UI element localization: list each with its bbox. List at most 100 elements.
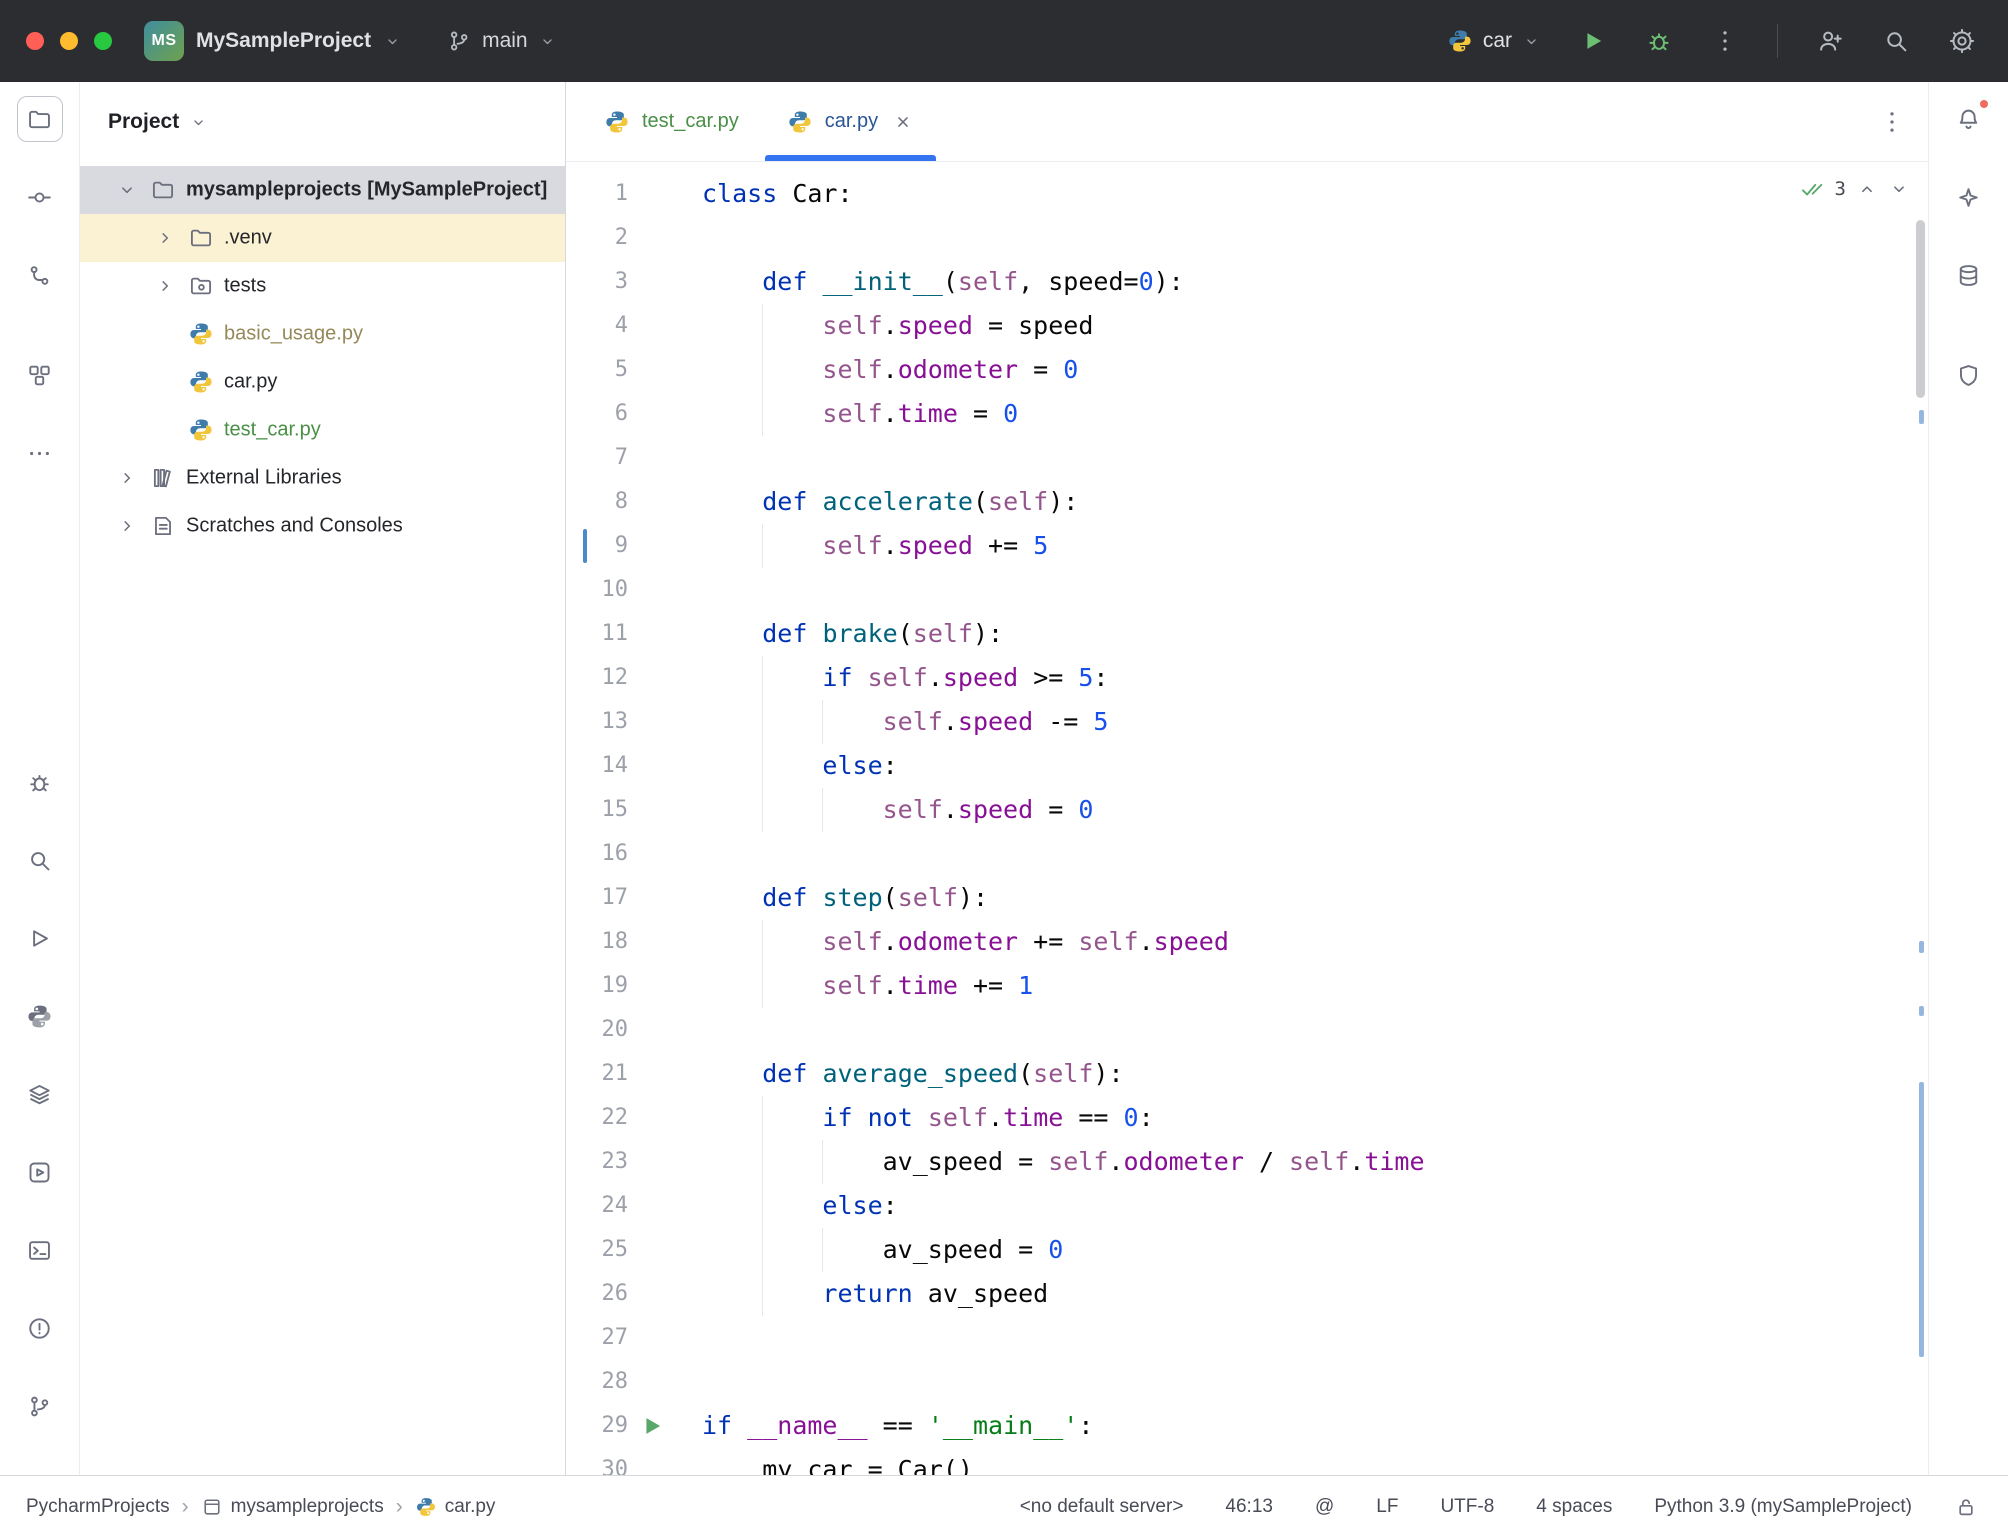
chevron-right-icon[interactable] [116,515,138,537]
chevron-right-icon[interactable] [154,275,176,297]
tree-item-test-car-py[interactable]: test_car.py [80,406,565,454]
tool-stripe-version-control[interactable] [17,1383,63,1429]
project-panel-header[interactable]: Project [80,82,565,162]
code-line-7[interactable]: 7 [566,436,1928,480]
code-text: av_speed = self.odometer / self.time [702,1147,1425,1176]
tree-item-venv[interactable]: .venv [80,214,565,262]
run-gutter-icon[interactable] [638,1412,666,1440]
code-line-3[interactable]: 3 def __init__(self, speed=0): [566,260,1928,304]
code-line-26[interactable]: 26 return av_speed [566,1272,1928,1316]
status-4-spaces[interactable]: 4 spaces [1536,1496,1612,1518]
code-line-18[interactable]: 18 self.odometer += self.speed [566,920,1928,964]
code-line-13[interactable]: 13 self.speed -= 5 [566,700,1928,744]
code-line-4[interactable]: 4 self.speed = speed [566,304,1928,348]
code-line-17[interactable]: 17 def step(self): [566,876,1928,920]
run-button[interactable] [1579,27,1607,55]
chevron-down-icon[interactable] [116,179,138,201]
code-line-14[interactable]: 14 else: [566,744,1928,788]
library-icon [150,465,176,491]
status-no-default-server[interactable]: <no default server> [1020,1496,1184,1518]
tool-stripe-find[interactable] [17,837,63,883]
tool-stripe-database[interactable] [1946,252,1992,298]
tool-stripe-security[interactable] [1946,352,1992,398]
status-utf-8[interactable]: UTF-8 [1440,1496,1494,1518]
close-window-button[interactable] [26,32,44,50]
code-editor[interactable]: 1 class Car: 2 3 def __init__(self, speed=0… [566,162,1928,1475]
tool-stripe-terminal[interactable] [17,1227,63,1273]
status-lf[interactable]: LF [1376,1496,1398,1518]
branch-widget[interactable]: main [446,28,557,54]
editor-scrollbar-thumb[interactable] [1916,220,1925,398]
tool-stripe-problems[interactable] [17,1305,63,1351]
tool-stripe-notifications[interactable] [1946,96,1992,142]
inspection-widget[interactable]: 3 [1799,176,1910,202]
code-line-5[interactable]: 5 self.odometer = 0 [566,348,1928,392]
settings-button[interactable] [1948,27,1976,55]
close-tab-icon[interactable] [892,111,914,133]
tree-item-scratches-and-consoles[interactable]: Scratches and Consoles [80,502,565,550]
tab-car-py[interactable]: car.py [763,82,938,161]
tool-stripe-commit[interactable] [17,174,63,220]
code-line-15[interactable]: 15 self.speed = 0 [566,788,1928,832]
code-line-1[interactable]: 1 class Car: [566,172,1928,216]
tool-stripe-more-tool-windows[interactable] [17,430,63,476]
chevron-right-icon[interactable] [154,227,176,249]
code-line-8[interactable]: 8 def accelerate(self): [566,480,1928,524]
breadcrumb-car-py[interactable]: car.py [415,1496,495,1518]
code-with-me-button[interactable] [1816,27,1844,55]
status-python-3-9-mysampleproject[interactable]: Python 3.9 (mySampleProject) [1654,1496,1912,1518]
code-line-27[interactable]: 27 [566,1316,1928,1360]
code-line-10[interactable]: 10 [566,568,1928,612]
tree-item-tests[interactable]: tests [80,262,565,310]
tool-stripe-debug[interactable] [17,759,63,805]
tool-stripe-python-console[interactable] [17,1071,63,1117]
more-actions-icon[interactable] [1711,27,1739,55]
code-line-20[interactable]: 20 [566,1008,1928,1052]
status-46-13[interactable]: 46:13 [1225,1496,1273,1518]
code-line-30[interactable]: 30 my_car = Car() [566,1448,1928,1475]
prev-problem-icon[interactable] [1856,178,1878,200]
breadcrumb-mysampleprojects[interactable]: mysampleprojects [201,1496,384,1518]
breadcrumb-pycharmprojects[interactable]: PycharmProjects [26,1496,170,1518]
tool-stripe-structure[interactable] [17,352,63,398]
code-line-11[interactable]: 11 def brake(self): [566,612,1928,656]
notification-badge [1977,98,1990,110]
tree-item-car-py[interactable]: car.py [80,358,565,406]
tree-item-basic-usage-py[interactable]: basic_usage.py [80,310,565,358]
code-line-9[interactable]: 9 self.speed += 5 [566,524,1928,568]
code-line-2[interactable]: 2 [566,216,1928,260]
code-line-19[interactable]: 19 self.time += 1 [566,964,1928,1008]
run-config-widget[interactable]: car [1447,28,1541,54]
code-line-23[interactable]: 23 av_speed = self.odometer / self.time [566,1140,1928,1184]
tab-options-icon[interactable] [1878,108,1906,136]
status-[interactable]: @ [1315,1496,1334,1518]
code-line-12[interactable]: 12 if self.speed >= 5: [566,656,1928,700]
code-line-28[interactable]: 28 [566,1360,1928,1404]
tree-item-external-libraries[interactable]: External Libraries [80,454,565,502]
code-line-16[interactable]: 16 [566,832,1928,876]
code-line-25[interactable]: 25 av_speed = 0 [566,1228,1928,1272]
tool-stripe-ai-assistant[interactable] [1946,174,1992,220]
tool-stripe-run[interactable] [17,915,63,961]
lock-icon[interactable] [1954,1495,1978,1519]
chevron-right-icon[interactable] [116,467,138,489]
line-number: 22 [601,1105,629,1130]
tool-stripe-services[interactable] [17,1149,63,1195]
debug-button[interactable] [1645,27,1673,55]
zoom-window-button[interactable] [94,32,112,50]
next-problem-icon[interactable] [1888,178,1910,200]
project-widget[interactable]: MS MySampleProject [144,21,402,61]
tab-test-car-py[interactable]: test_car.py [580,82,763,161]
tool-stripe-vcs-graph[interactable] [17,252,63,298]
minimize-window-button[interactable] [60,32,78,50]
tree-item-mysampleprojects-mysampleproject[interactable]: mysampleprojects [MySampleProject] [80,166,565,214]
code-line-24[interactable]: 24 else: [566,1184,1928,1228]
tool-stripe-python-packages[interactable] [17,993,63,1039]
tool-stripe-project[interactable] [16,96,63,142]
code-line-29[interactable]: 29 if __name__ == '__main__': [566,1404,1928,1448]
right-tool-stripe [1928,82,2008,1475]
code-line-21[interactable]: 21 def average_speed(self): [566,1052,1928,1096]
code-line-22[interactable]: 22 if not self.time == 0: [566,1096,1928,1140]
search-everywhere-button[interactable] [1882,27,1910,55]
code-line-6[interactable]: 6 self.time = 0 [566,392,1928,436]
